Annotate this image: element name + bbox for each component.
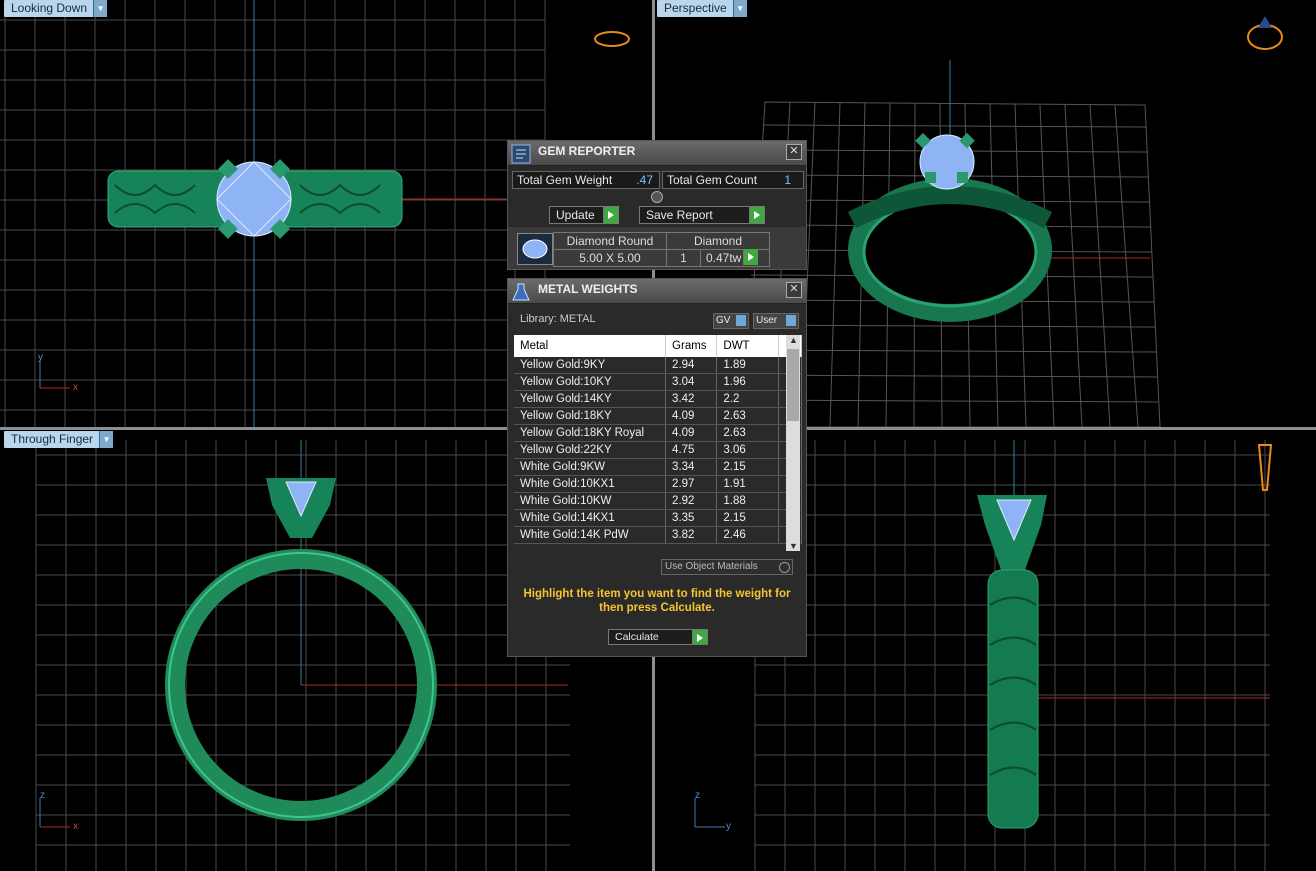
table-row[interactable]: White Gold:14K PdW 3.82 2.46: [514, 526, 803, 544]
chevron-down-icon[interactable]: ▼: [93, 0, 108, 17]
table-row[interactable]: Yellow Gold:9KY 2.94 1.89: [514, 357, 803, 374]
viewport-label-through-finger[interactable]: Through Finger ▼: [4, 431, 114, 448]
toggle-icon: [736, 315, 746, 326]
column-dwt[interactable]: DWT: [716, 335, 779, 357]
gem-reporter-titlebar[interactable]: GEM REPORTER ✕: [508, 141, 806, 166]
total-gem-weight-field: Total Gem Weight .47: [512, 171, 660, 189]
gem-row[interactable]: Diamond Round Diamond 5.00 X 5.00 1 0.47…: [553, 232, 771, 267]
gem-reporter-title: GEM REPORTER: [538, 144, 636, 158]
metal-table: Metal Grams DWT Yellow Gold:9KY 2.94 1.89 …: [514, 335, 803, 544]
library-label: Library: METAL: [520, 313, 596, 325]
axis-y-label: y: [38, 352, 43, 363]
chevron-up-icon[interactable]: ▲: [789, 335, 798, 345]
axis-x-label: x: [73, 821, 78, 832]
axis-y-label: y: [726, 821, 731, 832]
table-row[interactable]: White Gold:14KX1 3.35 2.15: [514, 509, 803, 527]
expand-toggle[interactable]: [651, 191, 663, 203]
total-gem-count-value: 1: [784, 173, 791, 187]
toggle-icon: [786, 315, 796, 326]
metal-weights-panel: METAL WEIGHTS ✕ Library: METAL GV User M…: [507, 278, 807, 657]
use-object-materials-toggle[interactable]: Use Object Materials: [661, 559, 793, 575]
gem-type: Diamond: [666, 232, 770, 250]
total-gem-count-field: Total Gem Count 1: [662, 171, 804, 189]
diamond-round-thumbnail: [517, 233, 553, 265]
table-row[interactable]: White Gold:9KW 3.34 2.15: [514, 458, 803, 476]
update-button[interactable]: Update: [549, 206, 619, 224]
axis-z-label: z: [40, 790, 45, 801]
play-icon: [749, 207, 764, 223]
gem-list: Diamond Round Diamond 5.00 X 5.00 1 0.47…: [508, 227, 806, 269]
calculate-hint: Highlight the item you want to find the …: [523, 588, 791, 614]
chevron-down-icon[interactable]: ▼: [99, 431, 114, 448]
gv-toggle[interactable]: GV: [713, 313, 749, 329]
close-icon[interactable]: ✕: [786, 144, 802, 160]
gem-count: 1: [666, 249, 701, 267]
axis-z-label: z: [695, 790, 700, 801]
metal-weights-titlebar[interactable]: METAL WEIGHTS ✕: [508, 279, 806, 304]
table-row[interactable]: Yellow Gold:18KY 4.09 2.63: [514, 407, 803, 425]
radio-icon: [779, 562, 790, 573]
table-row[interactable]: Yellow Gold:22KY 4.75 3.06: [514, 441, 803, 459]
table-row[interactable]: Yellow Gold:14KY 3.42 2.2: [514, 390, 803, 408]
total-gem-weight-value: .47: [636, 173, 653, 187]
save-report-button[interactable]: Save Report: [639, 206, 765, 224]
table-row[interactable]: Yellow Gold:10KY 3.04 1.96: [514, 373, 803, 391]
gem-weight: 0.47tw: [699, 249, 771, 267]
gem-reporter-panel: GEM REPORTER ✕ Total Gem Weight .47 Tota…: [507, 140, 807, 270]
column-metal[interactable]: Metal: [514, 335, 667, 357]
play-icon: [603, 207, 618, 223]
gem-report-icon: [511, 144, 531, 164]
table-row[interactable]: White Gold:10KW 2.92 1.88: [514, 492, 803, 510]
chevron-down-icon[interactable]: ▼: [789, 541, 798, 551]
gem-size: 5.00 X 5.00: [553, 249, 667, 267]
scrollbar-thumb[interactable]: [787, 349, 799, 421]
axis-x-label: x: [73, 382, 78, 393]
gem-shape: Diamond Round: [553, 232, 667, 250]
chevron-down-icon[interactable]: ▼: [732, 0, 747, 17]
table-row[interactable]: White Gold:10KX1 2.97 1.91: [514, 475, 803, 493]
flask-icon: [512, 283, 530, 301]
play-icon: [692, 630, 707, 644]
calculate-button[interactable]: Calculate: [608, 629, 708, 645]
metal-weights-title: METAL WEIGHTS: [538, 282, 638, 296]
table-row[interactable]: Yellow Gold:18KY Royal 4.09 2.63: [514, 424, 803, 442]
metal-table-scrollbar[interactable]: ▲ ▼: [786, 335, 800, 551]
viewport-label-looking-down[interactable]: Looking Down ▼: [4, 0, 108, 17]
viewport-label-perspective[interactable]: Perspective ▼: [657, 0, 747, 17]
user-toggle[interactable]: User: [753, 313, 799, 329]
column-grams[interactable]: Grams: [665, 335, 718, 357]
close-icon[interactable]: ✕: [786, 282, 802, 298]
